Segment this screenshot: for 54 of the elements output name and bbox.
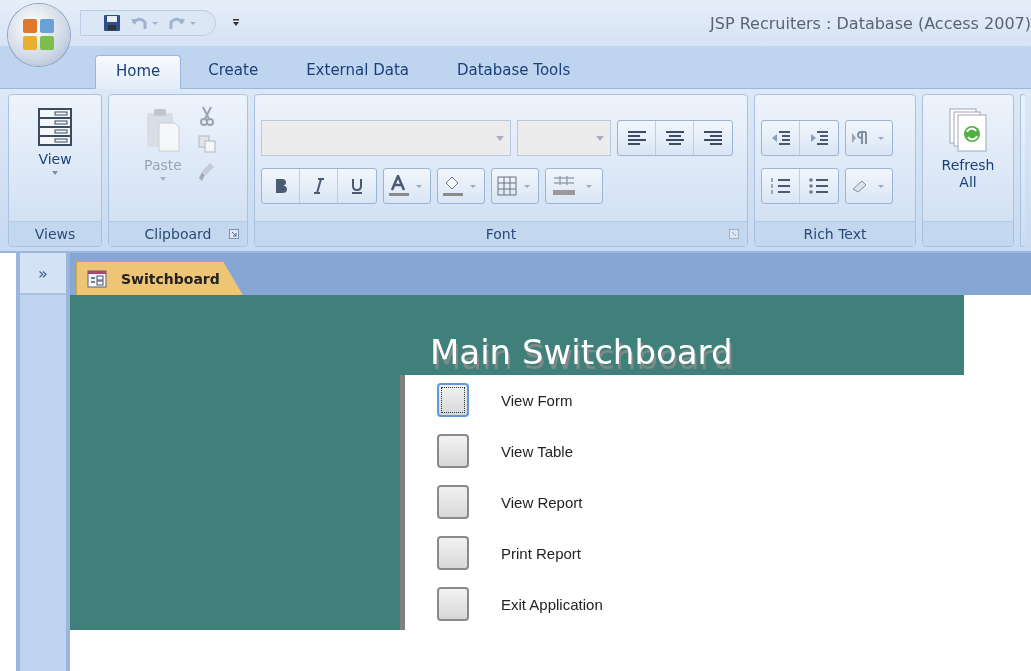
switchboard-button[interactable] bbox=[437, 434, 469, 468]
switchboard-item-label: View Table bbox=[501, 442, 573, 460]
highlight-button[interactable] bbox=[845, 168, 893, 204]
customize-dropdown-icon[interactable] bbox=[232, 18, 240, 28]
switchboard-button[interactable] bbox=[437, 383, 469, 417]
group-label: Rich Text bbox=[755, 221, 915, 246]
fill-color-button[interactable] bbox=[437, 168, 485, 204]
window-title: JSP Recruiters : Database (Access 2007) bbox=[710, 13, 1031, 33]
underline-icon bbox=[351, 178, 363, 194]
switchboard-item-label: Print Report bbox=[501, 544, 582, 562]
ribbon-tab[interactable]: Database Tools bbox=[435, 54, 592, 88]
paintbrush-icon[interactable] bbox=[197, 161, 216, 183]
bulleted-list-icon bbox=[808, 177, 830, 195]
ribbon-tab[interactable]: Home bbox=[95, 55, 182, 89]
switchboard-item-label: View Report bbox=[501, 493, 583, 511]
italic-icon bbox=[312, 178, 325, 194]
alternate-row-color-button[interactable] bbox=[545, 168, 603, 204]
switchboard-button[interactable] bbox=[437, 536, 469, 570]
gridlines-button[interactable] bbox=[491, 168, 539, 204]
ribbon-tab[interactable]: External Data bbox=[285, 54, 430, 88]
copy-icon[interactable] bbox=[197, 135, 216, 153]
switchboard-button[interactable] bbox=[437, 485, 469, 519]
switchboard-button[interactable] bbox=[437, 587, 469, 621]
ribbon-tab[interactable]: Create bbox=[187, 54, 280, 88]
save-icon[interactable] bbox=[103, 14, 121, 32]
clipboard-icon bbox=[145, 107, 181, 153]
form-view-icon bbox=[37, 107, 73, 147]
switchboard-item-label: Exit Application bbox=[501, 595, 603, 613]
text-direction-button[interactable] bbox=[845, 120, 893, 156]
dialog-launcher-icon[interactable] bbox=[729, 229, 739, 239]
group-label: Font bbox=[255, 221, 747, 246]
align-left-icon bbox=[625, 130, 648, 146]
view-button[interactable]: View bbox=[33, 103, 77, 179]
caret-icon bbox=[596, 135, 604, 141]
form-icon bbox=[87, 269, 107, 288]
caret-icon bbox=[160, 177, 166, 181]
increase-indent-icon bbox=[808, 129, 830, 147]
caret-icon bbox=[52, 171, 58, 175]
group-label: Views bbox=[9, 221, 101, 246]
font-color-button[interactable] bbox=[383, 168, 431, 204]
numbered-list-icon bbox=[769, 177, 792, 195]
switchboard-item-label: View Form bbox=[501, 391, 573, 409]
group-label: Clipboard bbox=[109, 221, 247, 246]
refresh-documents-icon bbox=[948, 107, 988, 153]
refresh-all-button[interactable]: Refresh All bbox=[929, 103, 1007, 195]
document-tab[interactable]: Switchboard bbox=[76, 261, 243, 295]
bold-icon bbox=[273, 178, 288, 194]
form-title: Main Switchboard bbox=[430, 332, 733, 373]
scissors-icon[interactable] bbox=[198, 105, 215, 127]
nav-pane-toggle[interactable]: » bbox=[20, 253, 66, 295]
align-right-icon bbox=[702, 130, 724, 146]
dialog-launcher-icon[interactable] bbox=[229, 229, 239, 239]
align-center-icon bbox=[663, 130, 686, 146]
caret-icon bbox=[496, 135, 504, 141]
